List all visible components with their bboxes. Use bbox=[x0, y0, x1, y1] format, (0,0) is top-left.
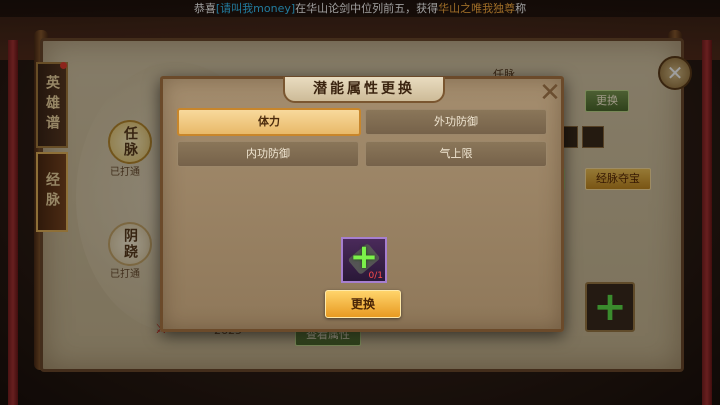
modal-title: 潜能属性更换 bbox=[283, 77, 445, 103]
item-count: 0/1 bbox=[368, 271, 383, 281]
close-icon[interactable]: ✕ bbox=[538, 80, 562, 106]
material-slot[interactable]: + 0/1 bbox=[341, 237, 387, 283]
option-qi-limit[interactable]: 气上限 bbox=[365, 141, 547, 167]
option-outer-defense[interactable]: 外功防御 bbox=[365, 109, 547, 135]
confirm-change-button[interactable]: 更换 bbox=[325, 290, 401, 318]
option-inner-defense[interactable]: 内功防御 bbox=[177, 141, 359, 167]
potential-change-modal: 潜能属性更换 ✕ 体力 外功防御 内功防御 气上限 + 0/1 更换 bbox=[160, 76, 564, 332]
option-stamina[interactable]: 体力 bbox=[177, 108, 361, 136]
